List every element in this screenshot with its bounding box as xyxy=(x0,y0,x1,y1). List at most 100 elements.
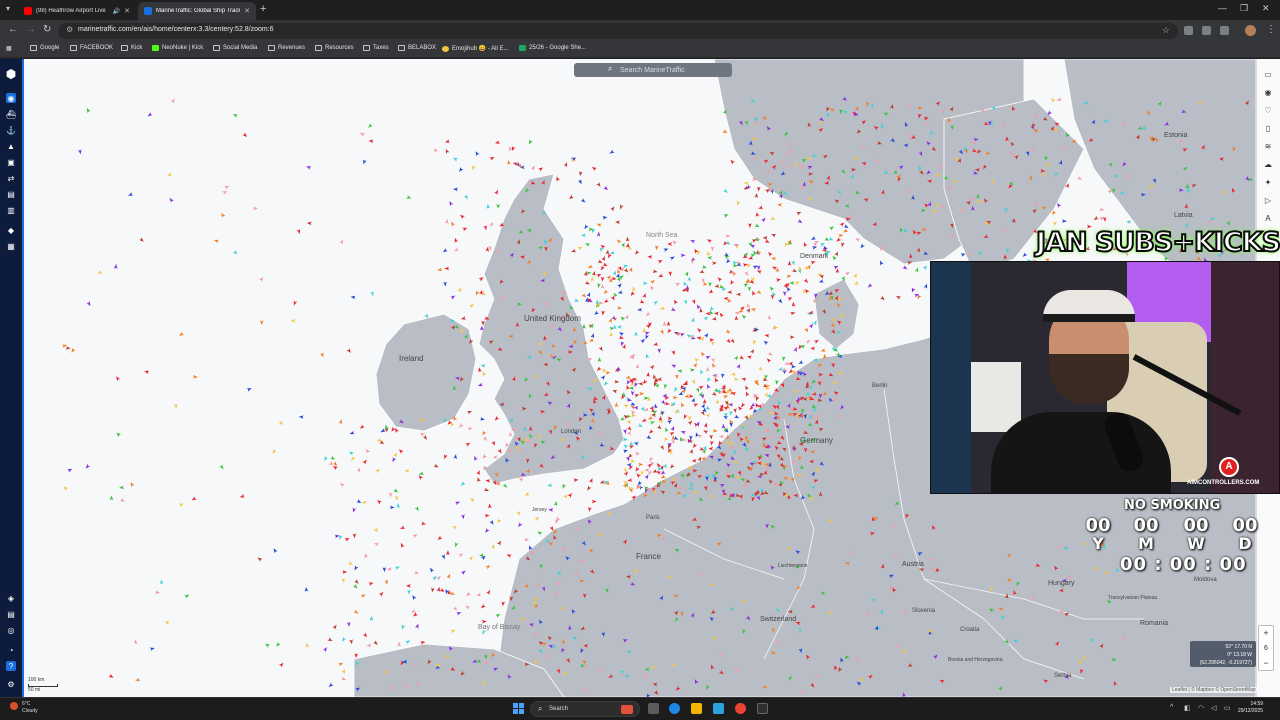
terminal-icon[interactable] xyxy=(757,703,768,714)
taskbar-search[interactable]: ⌕ Search xyxy=(530,701,640,717)
chrome-icon[interactable] xyxy=(735,703,746,714)
lighthouse-icon[interactable]: ▲ xyxy=(6,141,16,151)
map-scale: 100 km 50 mi xyxy=(28,677,58,693)
telegram-icon[interactable] xyxy=(713,703,724,714)
play-track-icon[interactable]: ▷ xyxy=(1262,195,1274,207)
marinetraffic-logo[interactable]: ⬢ xyxy=(4,67,18,81)
counter-days: 00 xyxy=(1232,515,1258,536)
bookmark-google[interactable]: Google xyxy=(30,45,59,51)
youtube-icon xyxy=(24,7,32,15)
search-highlight-icon xyxy=(621,705,633,714)
bookmark-revenues[interactable]: Revenues xyxy=(268,45,305,51)
weather-widget[interactable]: 6°C Cloudy xyxy=(10,701,38,715)
downloads-icon[interactable] xyxy=(1202,26,1211,35)
forward-icon[interactable]: → xyxy=(26,24,36,35)
bookmark-kick[interactable]: Kick xyxy=(121,45,142,51)
tab-search-icon[interactable]: ▾ xyxy=(6,4,10,13)
bookmark-star-icon[interactable]: ☆ xyxy=(1162,25,1170,36)
fleet-icon[interactable]: ▣ xyxy=(6,157,16,167)
system-clock[interactable]: 14:59 29/12/2025 xyxy=(1238,701,1263,715)
account-icon[interactable]: ◎ xyxy=(6,625,16,635)
extensions-puzzle-icon[interactable] xyxy=(1220,26,1229,35)
tab-marinetraffic[interactable]: MarineTraffic: Global Ship Track ✕ xyxy=(138,2,256,20)
map-search-input[interactable]: ⌕ Search MarineTraffic xyxy=(574,63,732,77)
label-bay-of-biscay: Bay of Biscay xyxy=(478,624,521,631)
zoom-in-button[interactable]: + xyxy=(1259,626,1273,641)
filters-icon[interactable]: ▭ xyxy=(1262,69,1274,81)
tab-close-icon[interactable]: ✕ xyxy=(244,7,250,15)
favorites-icon[interactable]: ♡ xyxy=(1262,105,1274,117)
settings-gear-icon[interactable]: ⚙ xyxy=(6,679,16,689)
zoom-level: 6 xyxy=(1264,645,1268,652)
reports-icon[interactable]: ▦ xyxy=(6,241,16,251)
bookmark-neonuke[interactable]: NeoNuke | Kick xyxy=(152,45,203,51)
weather-icon[interactable]: ☁ xyxy=(1262,159,1274,171)
tab-heathrow[interactable]: (98) Heathrow Airport Live 🔊 ✕ xyxy=(18,2,136,20)
windows-start-icon[interactable] xyxy=(513,703,524,714)
bookmark-google-sheets[interactable]: 25/26 - Google She... xyxy=(519,45,586,51)
bookmark-emojihub[interactable]: Emojihub 😀 - All E... xyxy=(442,45,509,52)
speaker-icon[interactable]: 🔊 xyxy=(113,8,120,15)
cargo-icon[interactable]: ▥ xyxy=(6,205,16,215)
extension-icon[interactable] xyxy=(1184,26,1193,35)
reload-icon[interactable]: ↻ xyxy=(43,24,51,35)
folder-icon xyxy=(363,45,370,51)
weather-icon xyxy=(10,702,18,710)
ports-icon[interactable]: ⚓ xyxy=(6,125,16,135)
label-croatia: Croatia xyxy=(960,627,980,633)
notifications-icon[interactable]: ◈ xyxy=(6,593,16,603)
live-map-icon[interactable]: ◉ xyxy=(6,93,16,103)
label-denmark: Denmark xyxy=(800,253,829,260)
label-estonia: Estonia xyxy=(1164,132,1187,139)
vessels-icon[interactable]: ⛴ xyxy=(6,109,16,119)
minimize-icon[interactable]: — xyxy=(1218,3,1227,13)
wifi-icon[interactable]: ◠ xyxy=(1198,704,1204,712)
back-icon[interactable]: ← xyxy=(8,24,18,35)
events-icon[interactable]: ◆ xyxy=(6,225,16,235)
map-attribution[interactable]: Leaflet | © Mapbox © OpenStreetMap xyxy=(1170,687,1258,693)
emoji-icon xyxy=(442,45,449,52)
site-info-icon[interactable]: ⚙ xyxy=(66,25,73,34)
browser-toolbar: ← → ↻ ⚙ marinetraffic.com/en/ais/home/ce… xyxy=(0,20,1280,42)
volume-icon[interactable]: ◁ xyxy=(1211,704,1216,712)
restore-icon[interactable]: ❐ xyxy=(1240,3,1248,14)
layers-toggle-icon[interactable]: ◉ xyxy=(1262,87,1274,99)
density-icon[interactable]: A xyxy=(1262,213,1274,225)
folder-icon xyxy=(315,45,322,51)
bookmark-taxes[interactable]: Taxes xyxy=(363,45,389,51)
label-hungary: Hungary xyxy=(1048,580,1075,587)
bell-icon[interactable]: ◔ xyxy=(6,645,16,655)
map-layers-icon[interactable]: ≋ xyxy=(1262,141,1274,153)
tab-close-icon[interactable]: ✕ xyxy=(124,7,130,15)
bookmark-resources[interactable]: Resources xyxy=(315,45,354,51)
close-window-icon[interactable]: ✕ xyxy=(1262,3,1270,14)
apps-grid-icon[interactable]: ▦ xyxy=(6,45,12,52)
label-slovenia: Slovenia xyxy=(912,608,936,614)
routes-icon[interactable]: ⇄ xyxy=(6,173,16,183)
tray-chevron-icon[interactable]: ^ xyxy=(1170,704,1173,711)
search-placeholder: Search MarineTraffic xyxy=(620,66,685,74)
bookmark-belabox[interactable]: BELABOX xyxy=(398,45,436,51)
browser-menu-icon[interactable]: ⋮ xyxy=(1266,24,1276,35)
zoom-out-button[interactable]: − xyxy=(1259,656,1273,671)
battery-icon[interactable]: ▭ xyxy=(1224,704,1231,712)
subs-goal-banner: JAN SUBS+KICKS 2/100 xyxy=(1035,226,1280,259)
tab-title: (98) Heathrow Airport Live xyxy=(36,8,106,14)
profile-avatar[interactable] xyxy=(1245,25,1256,36)
task-view-icon[interactable] xyxy=(648,703,659,714)
tray-app-icon[interactable]: ◧ xyxy=(1184,704,1191,712)
bookmark-facebook[interactable]: FACEBOOK xyxy=(70,45,113,51)
address-bar[interactable]: ⚙ marinetraffic.com/en/ais/home/centerx:… xyxy=(58,23,1178,39)
measure-icon[interactable]: ✦ xyxy=(1262,177,1274,189)
new-tab-button[interactable]: + xyxy=(260,3,266,15)
file-explorer-icon[interactable] xyxy=(691,703,702,714)
documents-icon[interactable]: ▤ xyxy=(6,609,16,619)
edge-icon[interactable] xyxy=(669,703,680,714)
label-berlin: Berlin xyxy=(872,383,887,389)
bookmark-social-media[interactable]: Social Media xyxy=(213,45,257,51)
label-serbia: Serbia xyxy=(1054,673,1072,679)
containers-icon[interactable]: ▤ xyxy=(6,189,16,199)
bookmark-icon[interactable]: ▯ xyxy=(1262,123,1274,135)
label-austria: Austria xyxy=(902,561,924,568)
help-icon[interactable]: ? xyxy=(6,661,16,671)
